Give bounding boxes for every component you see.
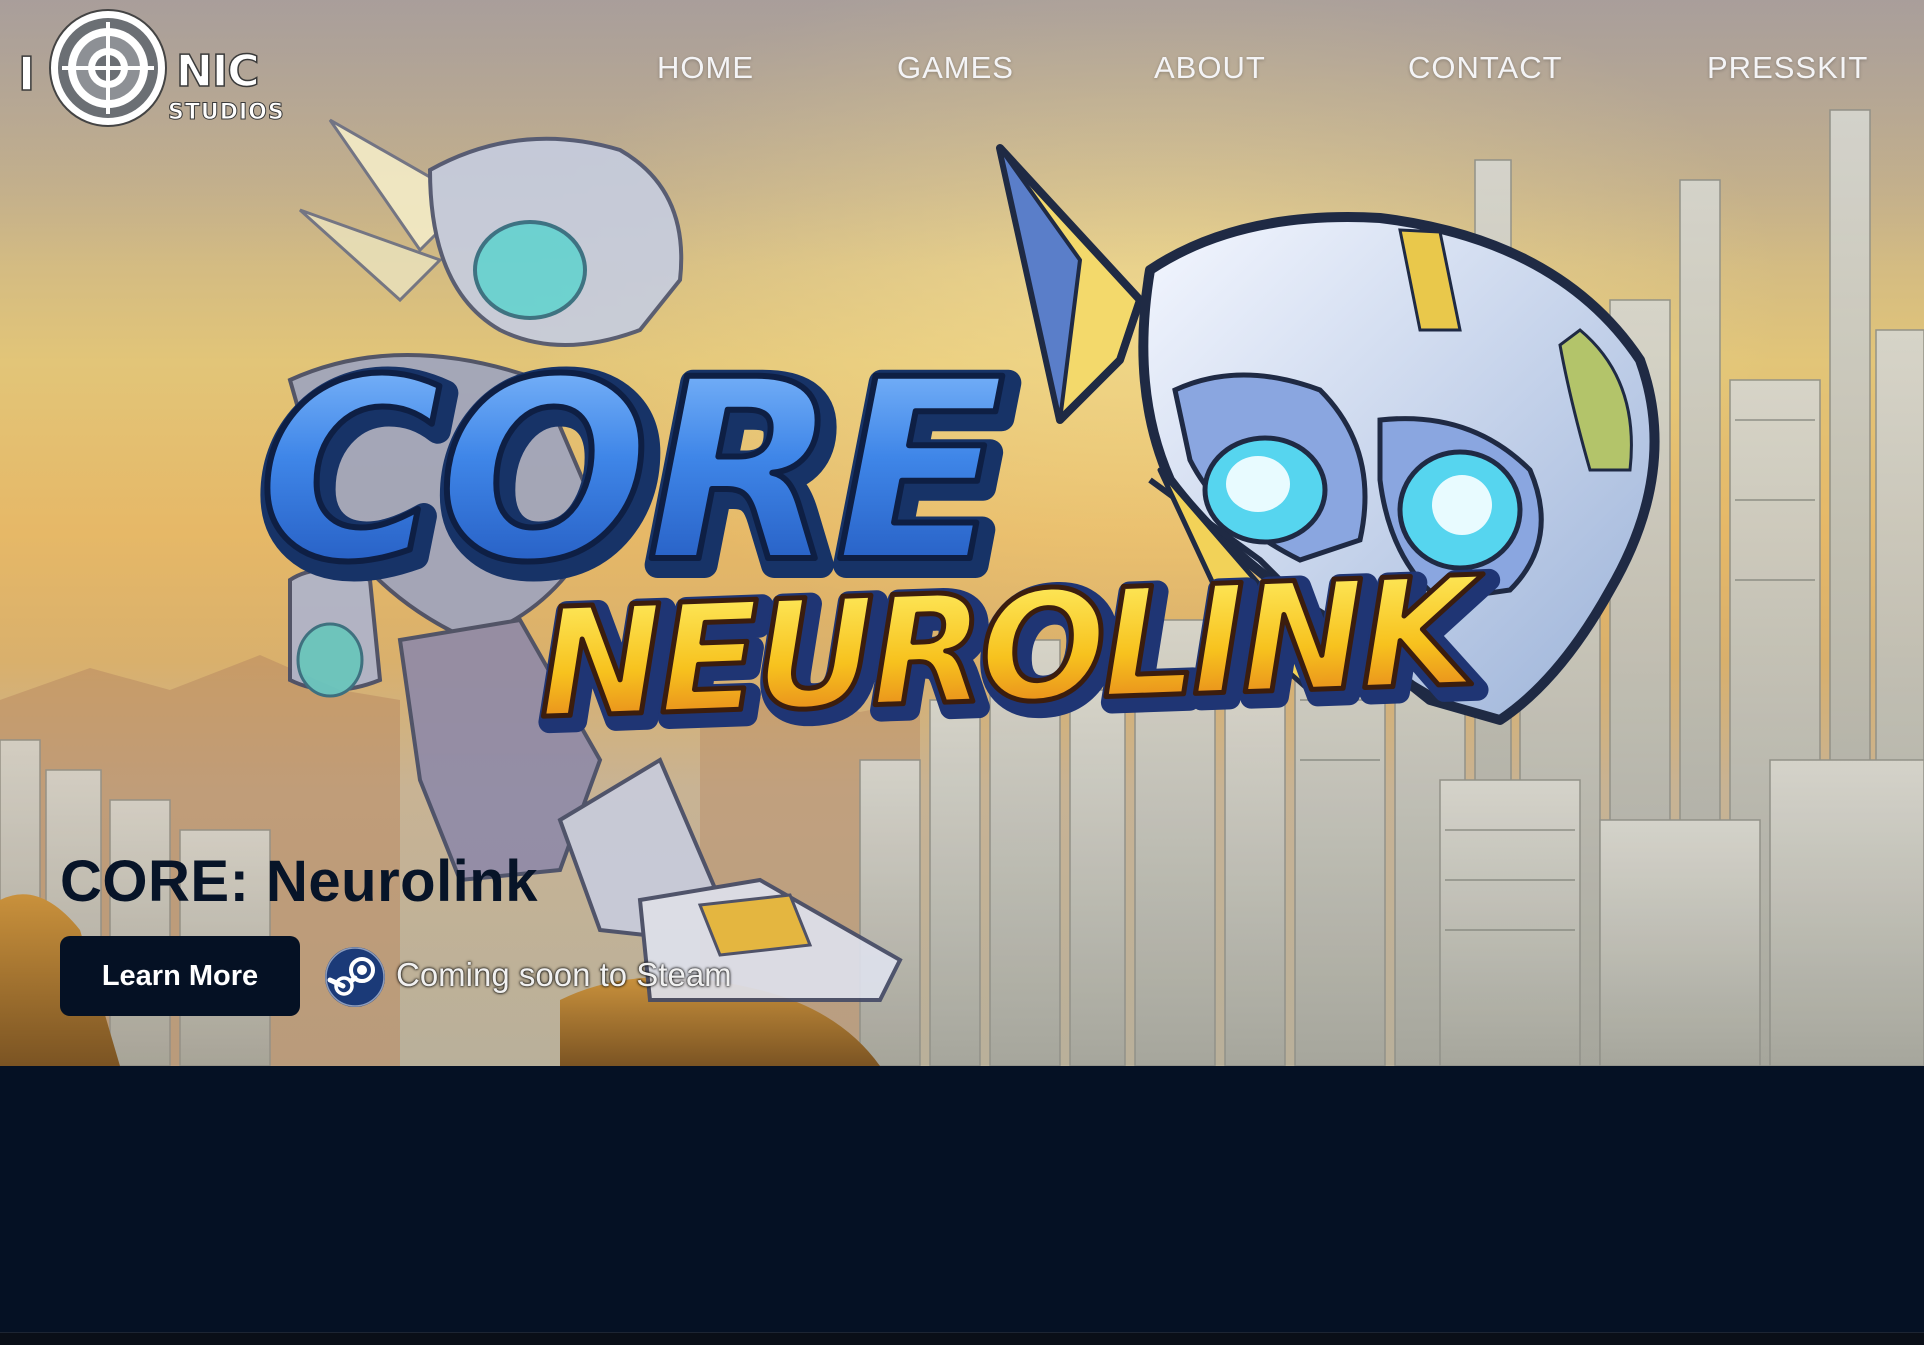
nav-presskit[interactable]: PRESSKIT: [1707, 44, 1868, 92]
game-title: CORE: Neurolink: [60, 849, 538, 914]
nav-home[interactable]: HOME: [657, 44, 754, 92]
steam-status-text: Coming soon to Steam: [396, 956, 732, 993]
logo-sub: STUDIOS: [168, 100, 285, 125]
footer-strip: [0, 1332, 1924, 1345]
nav-games[interactable]: GAMES: [897, 44, 1014, 92]
nav-about[interactable]: ABOUT: [1154, 44, 1266, 92]
main-nav: HOME GAMES ABOUT CONTACT PRESSKIT: [0, 44, 1924, 94]
neurolink-logo-word: NEUROLINK: [535, 545, 1488, 752]
nav-contact[interactable]: CONTACT: [1408, 44, 1563, 92]
learn-more-button[interactable]: Learn More: [60, 936, 300, 1016]
steam-icon: [325, 947, 385, 1007]
hero-banner: CORE CORE NEUROLINK NEUROLINK I NIC STUD…: [0, 0, 1924, 1066]
